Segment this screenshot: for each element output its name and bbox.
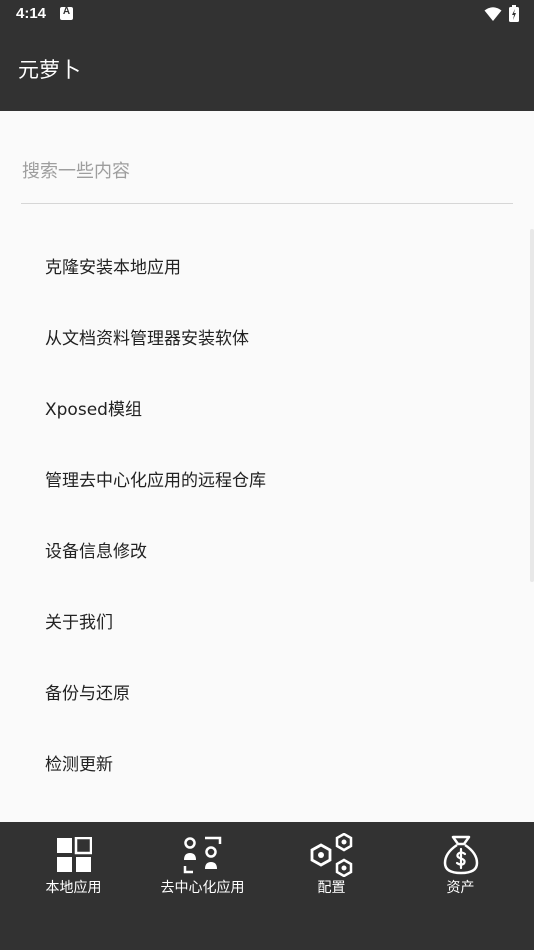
menu-list: 克隆安装本地应用 从文档资料管理器安装软体 Xposed模组 管理去中心化应用的… (0, 230, 534, 798)
tab-label: 本地应用 (45, 880, 102, 896)
menu-item-label: 克隆安装本地应用 (45, 258, 181, 278)
tab-label: 去中心化应用 (160, 880, 245, 896)
menu-item-label: 从文档资料管理器安装软体 (45, 329, 249, 349)
grid-apps-icon (56, 834, 92, 876)
wifi-icon (484, 7, 502, 21)
tab-config[interactable]: 配置 (265, 822, 398, 912)
menu-item-label: 管理去中心化应用的远程仓库 (45, 471, 266, 491)
search-container (21, 147, 513, 205)
menu-item-backup-restore[interactable]: 备份与还原 (0, 656, 534, 727)
tab-label: 配置 (317, 880, 346, 896)
menu-item-check-update[interactable]: 检测更新 (0, 727, 534, 798)
menu-item-label: Xposed模组 (45, 400, 142, 420)
menu-item-label: 检测更新 (45, 755, 113, 775)
menu-item-label: 备份与还原 (45, 684, 130, 704)
menu-item-device-info[interactable]: 设备信息修改 (0, 514, 534, 585)
bottom-nav: 本地应用 去中心化应用 配置 资产 (0, 822, 534, 950)
menu-item-xposed-modules[interactable]: Xposed模组 (0, 372, 534, 443)
menu-item-about-us[interactable]: 关于我们 (0, 585, 534, 656)
tab-local-apps[interactable]: 本地应用 (7, 822, 140, 912)
status-time: 4:14 (16, 5, 47, 22)
decentralized-apps-icon (183, 834, 223, 876)
tab-label: 资产 (446, 880, 475, 896)
search-underline (21, 203, 513, 204)
app-title: 元萝卜 (18, 58, 81, 82)
menu-item-label: 设备信息修改 (45, 542, 147, 562)
status-bar: 4:14 (0, 0, 534, 28)
hexagon-nodes-icon (310, 833, 354, 877)
app-bar: 元萝卜 (0, 28, 534, 111)
menu-item-remote-repos[interactable]: 管理去中心化应用的远程仓库 (0, 443, 534, 514)
tab-decentralized-apps[interactable]: 去中心化应用 (136, 822, 269, 912)
menu-item-clone-install[interactable]: 克隆安装本地应用 (0, 230, 534, 301)
search-input[interactable] (21, 147, 513, 195)
battery-charging-icon (509, 5, 519, 22)
menu-item-label: 关于我们 (45, 613, 113, 633)
tab-assets[interactable]: 资产 (394, 822, 527, 912)
menu-item-install-from-files[interactable]: 从文档资料管理器安装软体 (0, 301, 534, 372)
notification-icon (60, 6, 73, 20)
money-bag-icon (443, 834, 479, 876)
